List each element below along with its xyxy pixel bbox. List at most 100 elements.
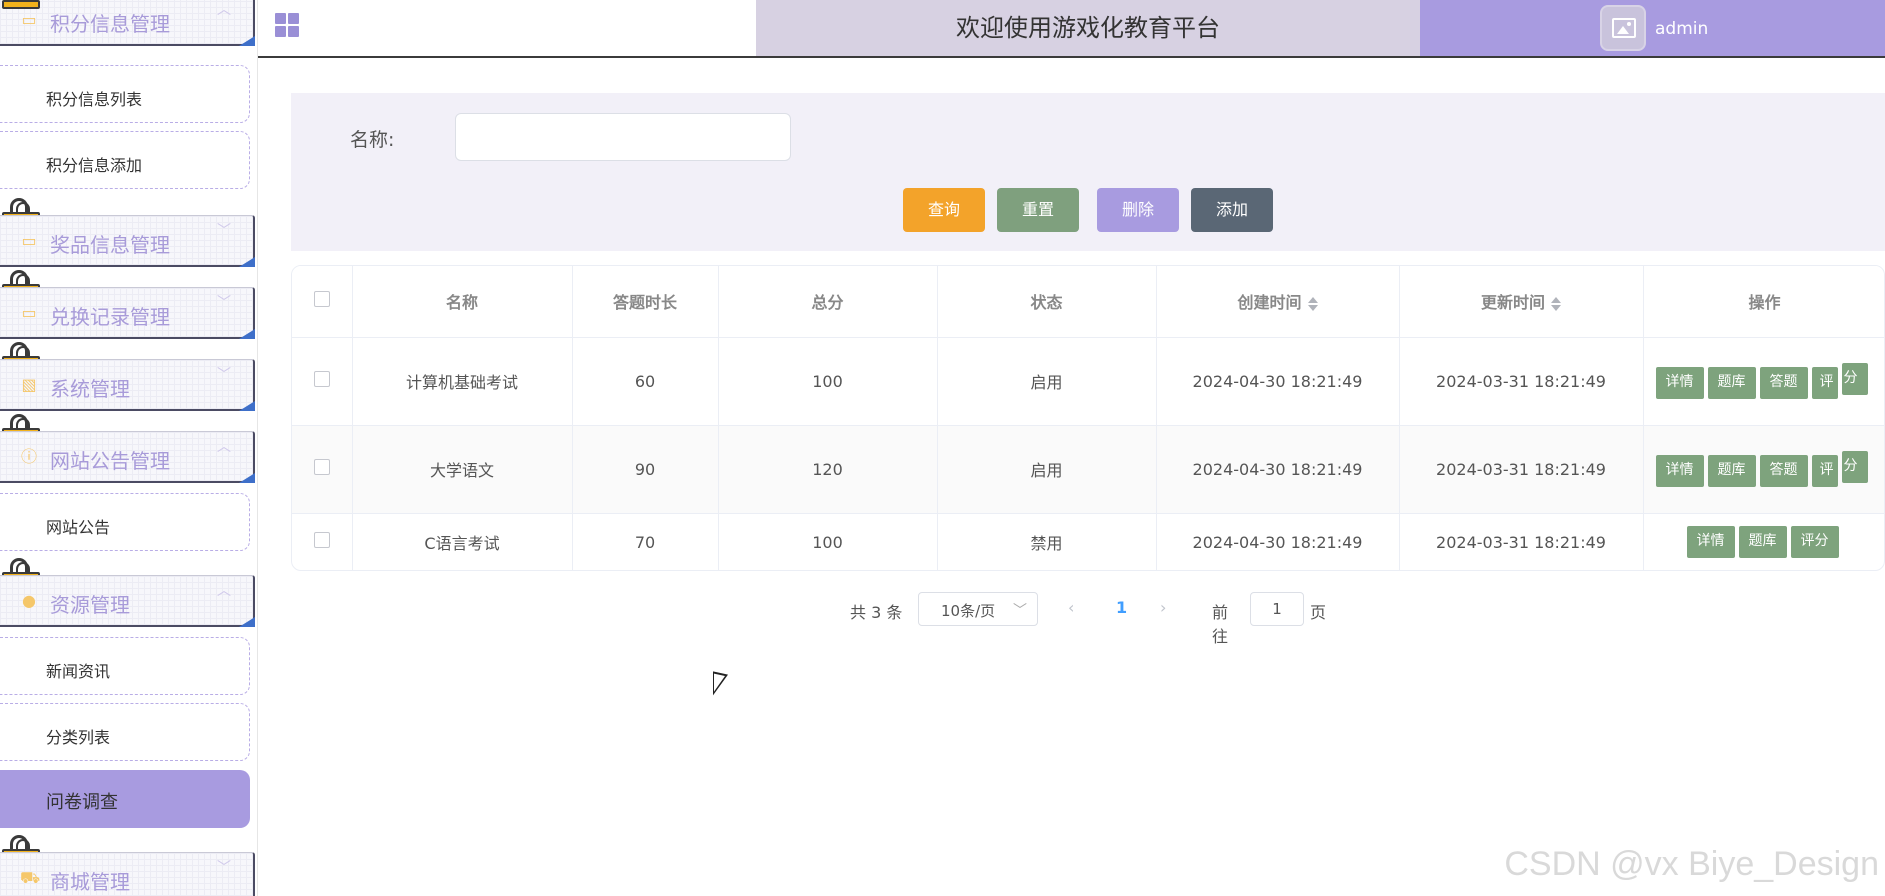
cell-name: 计算机基础考试 xyxy=(352,337,573,426)
cell-duration: 90 xyxy=(572,425,719,514)
corner-fold xyxy=(239,401,255,411)
image-icon: ▧ xyxy=(21,375,37,394)
menu-grid-icon[interactable] xyxy=(275,13,301,39)
goto-page-input[interactable]: 1 xyxy=(1250,592,1304,626)
menu-group-shop[interactable]: ⛟ 商城管理 ﹀ xyxy=(0,852,255,896)
sidebar: ▭ 积分信息管理 ︿ 积分信息列表 积分信息添加 ▭ 奖品信息管理 ﹀ ▭ 兑换… xyxy=(0,0,258,896)
col-header-name: 名称 xyxy=(352,266,573,338)
cell-status: 禁用 xyxy=(937,513,1157,570)
cell-name: C语言考试 xyxy=(352,513,573,570)
cell-score: 100 xyxy=(718,513,938,570)
data-table: 名称 答题时长 总分 状态 创建时间 更新时间 操作 计算机基础考试 60 10… xyxy=(291,265,1885,571)
table-header-row: 名称 答题时长 总分 状态 创建时间 更新时间 操作 xyxy=(292,266,1884,338)
sort-icon[interactable] xyxy=(1307,296,1318,312)
sort-icon[interactable] xyxy=(1551,296,1561,312)
query-button[interactable]: 查询 xyxy=(903,188,985,232)
question-bank-button[interactable]: 题库 xyxy=(1707,455,1756,487)
document-icon: ▭ xyxy=(21,10,37,29)
col-header-actions: 操作 xyxy=(1643,266,1884,338)
page-title: 欢迎使用游戏化教育平台 xyxy=(956,14,1220,42)
col-header-updated[interactable]: 更新时间 xyxy=(1399,266,1644,338)
name-label: 名称: xyxy=(350,129,395,151)
image-placeholder-icon xyxy=(1612,18,1636,38)
name-search-input[interactable] xyxy=(455,113,791,161)
avatar[interactable] xyxy=(1600,5,1646,51)
chevron-up-icon: ︿ xyxy=(217,439,231,455)
rate-button-wrap[interactable]: 分 xyxy=(1841,363,1868,395)
chevron-up-icon: ︿ xyxy=(217,583,231,599)
user-name[interactable]: admin xyxy=(1655,19,1708,39)
cart-icon: ⛟ xyxy=(20,868,41,887)
binder-clip-icon xyxy=(2,0,40,10)
corner-fold xyxy=(239,617,255,627)
cell-actions: 详情 题库 答题评分 xyxy=(1643,425,1884,514)
reset-button[interactable]: 重置 xyxy=(997,188,1079,232)
question-bank-button[interactable]: 题库 xyxy=(1707,367,1756,399)
user-block[interactable]: admin xyxy=(1420,0,1885,56)
cell-status: 启用 xyxy=(937,425,1157,514)
cell-created: 2024-04-30 18:21:49 xyxy=(1156,337,1400,426)
corner-fold xyxy=(239,257,255,267)
cell-updated: 2024-03-31 18:21:49 xyxy=(1399,425,1644,514)
cell-score: 100 xyxy=(718,337,938,426)
chevron-up-icon: ︿ xyxy=(217,2,231,18)
col-header-created[interactable]: 创建时间 xyxy=(1156,266,1400,338)
chevron-down-icon: ﹀ xyxy=(1013,603,1027,619)
prev-page-icon[interactable]: ‹ xyxy=(1068,598,1074,617)
page-size-select[interactable]: 10条/页 ﹀ xyxy=(918,592,1038,626)
cell-duration: 60 xyxy=(572,337,719,426)
sidebar-item-announcement[interactable]: 网站公告 xyxy=(0,493,250,551)
row-checkbox[interactable] xyxy=(313,459,330,475)
rate-button[interactable]: 评 xyxy=(1811,367,1838,399)
row-checkbox[interactable] xyxy=(313,532,330,548)
chevron-down-icon: ﹀ xyxy=(217,367,231,383)
chevron-down-icon: ﹀ xyxy=(217,223,231,239)
cell-status: 启用 xyxy=(937,337,1157,426)
menu-group-resources[interactable]: ● 资源管理 ︿ xyxy=(0,575,255,627)
rate-button[interactable]: 评分 xyxy=(1790,526,1839,558)
cell-updated: 2024-03-31 18:21:49 xyxy=(1399,337,1644,426)
select-all-cell[interactable] xyxy=(292,266,353,338)
table-row: 计算机基础考试 60 100 启用 2024-04-30 18:21:49 20… xyxy=(292,337,1884,426)
delete-button[interactable]: 删除 xyxy=(1097,188,1179,232)
cell-created: 2024-04-30 18:21:49 xyxy=(1156,513,1400,570)
sidebar-item-survey[interactable]: 问卷调查 xyxy=(0,770,250,828)
table-row: C语言考试 70 100 禁用 2024-04-30 18:21:49 2024… xyxy=(292,513,1884,570)
sidebar-item-points-add[interactable]: 积分信息添加 xyxy=(0,131,250,189)
question-bank-button[interactable]: 题库 xyxy=(1738,526,1787,558)
detail-button[interactable]: 详情 xyxy=(1655,455,1704,487)
document-icon: ▭ xyxy=(21,303,37,322)
page-number-current[interactable]: 1 xyxy=(1116,598,1127,617)
menu-group-exchange[interactable]: ▭ 兑换记录管理 ﹀ xyxy=(0,287,255,339)
corner-fold xyxy=(239,36,255,46)
cell-duration: 70 xyxy=(572,513,719,570)
answer-button[interactable]: 答题 xyxy=(1759,455,1808,487)
detail-button[interactable]: 详情 xyxy=(1655,367,1704,399)
col-header-duration: 答题时长 xyxy=(572,266,719,338)
info-icon: ⓘ xyxy=(20,447,37,466)
sidebar-item-categories[interactable]: 分类列表 xyxy=(0,703,250,761)
goto-label: 前往 xyxy=(1212,603,1229,646)
cell-created: 2024-04-30 18:21:49 xyxy=(1156,425,1400,514)
col-header-score: 总分 xyxy=(718,266,938,338)
menu-group-announcements[interactable]: ⓘ 网站公告管理 ︿ xyxy=(0,431,255,483)
corner-fold xyxy=(239,329,255,339)
sidebar-item-news[interactable]: 新闻资讯 xyxy=(0,637,250,695)
row-checkbox[interactable] xyxy=(313,371,330,387)
next-page-icon[interactable]: › xyxy=(1160,598,1166,617)
sidebar-item-points-list[interactable]: 积分信息列表 xyxy=(0,65,250,123)
page-unit-label: 页 xyxy=(1310,603,1327,622)
mouse-cursor-icon xyxy=(713,671,728,699)
answer-button[interactable]: 答题 xyxy=(1759,367,1808,399)
menu-group-system[interactable]: ▧ 系统管理 ﹀ xyxy=(0,359,255,411)
rate-button-wrap[interactable]: 分 xyxy=(1841,451,1868,483)
rate-button[interactable]: 评 xyxy=(1811,455,1838,487)
menu-group-prizes[interactable]: ▭ 奖品信息管理 ﹀ xyxy=(0,215,255,267)
cell-score: 120 xyxy=(718,425,938,514)
chevron-down-icon: ﹀ xyxy=(217,295,231,311)
select-all-checkbox[interactable] xyxy=(313,291,330,308)
corner-fold xyxy=(239,473,255,483)
detail-button[interactable]: 详情 xyxy=(1686,526,1735,558)
add-button[interactable]: 添加 xyxy=(1191,188,1273,232)
cell-name: 大学语文 xyxy=(352,425,573,514)
